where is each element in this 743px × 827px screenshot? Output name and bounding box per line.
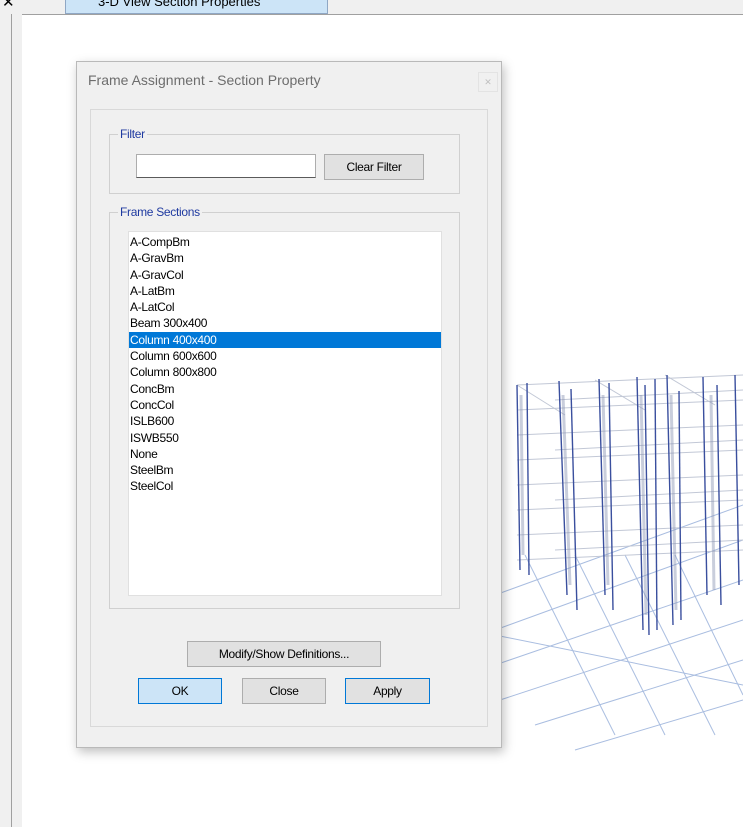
list-item[interactable]: A-GravBm <box>129 250 441 266</box>
filter-label: Filter <box>118 127 147 141</box>
frame-assignment-dialog: Frame Assignment - Section Property ✕ Fi… <box>76 61 502 748</box>
list-item[interactable]: SteelBm <box>129 462 441 478</box>
close-button[interactable]: Close <box>242 678 326 704</box>
dialog-panel: Filter Clear Filter Frame Sections A-Com… <box>90 109 488 727</box>
floor-beams <box>516 374 743 561</box>
panel-divider <box>11 14 12 827</box>
list-item[interactable]: Column 600x600 <box>129 348 441 364</box>
dialog-close-icon[interactable]: ✕ <box>478 72 498 92</box>
list-item[interactable]: ConcCol <box>129 397 441 413</box>
list-item[interactable]: A-LatBm <box>129 283 441 299</box>
3d-structure-model <box>495 374 743 751</box>
list-item[interactable]: ISWB550 <box>129 430 441 446</box>
close-icon[interactable]: ✕ <box>0 0 22 12</box>
tab-3d-view[interactable]: 3-D View Section Properties <box>65 0 328 14</box>
apply-button[interactable]: Apply <box>345 678 430 704</box>
list-item[interactable]: A-CompBm <box>129 234 441 250</box>
list-item[interactable]: Column 800x800 <box>129 364 441 380</box>
tab-bar: 3-D View Section Properties <box>22 0 743 15</box>
modify-show-definitions-button[interactable]: Modify/Show Definitions... <box>187 641 381 667</box>
ok-button[interactable]: OK <box>138 678 222 704</box>
list-item[interactable]: A-GravCol <box>129 267 441 283</box>
frame-sections-label: Frame Sections <box>118 205 202 219</box>
filter-group: Filter Clear Filter <box>109 127 460 194</box>
frame-sections-list[interactable]: A-CompBm A-GravBm A-GravCol A-LatBm A-LatCol… <box>128 231 442 596</box>
dialog-title: Frame Assignment - Section Property <box>88 72 321 88</box>
frame-sections-group: Frame Sections A-CompBm A-GravBm A-GravCol… <box>109 205 460 609</box>
list-item[interactable]: A-LatCol <box>129 299 441 315</box>
list-item[interactable]: ConcBm <box>129 381 441 397</box>
list-item[interactable]: Beam 300x400 <box>129 315 441 331</box>
list-item[interactable]: None <box>129 446 441 462</box>
filter-input[interactable] <box>136 154 316 178</box>
left-panel-strip: ✕ <box>0 0 22 827</box>
list-item[interactable]: Column 400x400 <box>129 331 441 349</box>
list-item[interactable]: SteelCol <box>129 478 441 494</box>
clear-filter-button[interactable]: Clear Filter <box>324 154 424 180</box>
list-item[interactable]: ISLB600 <box>129 413 441 429</box>
